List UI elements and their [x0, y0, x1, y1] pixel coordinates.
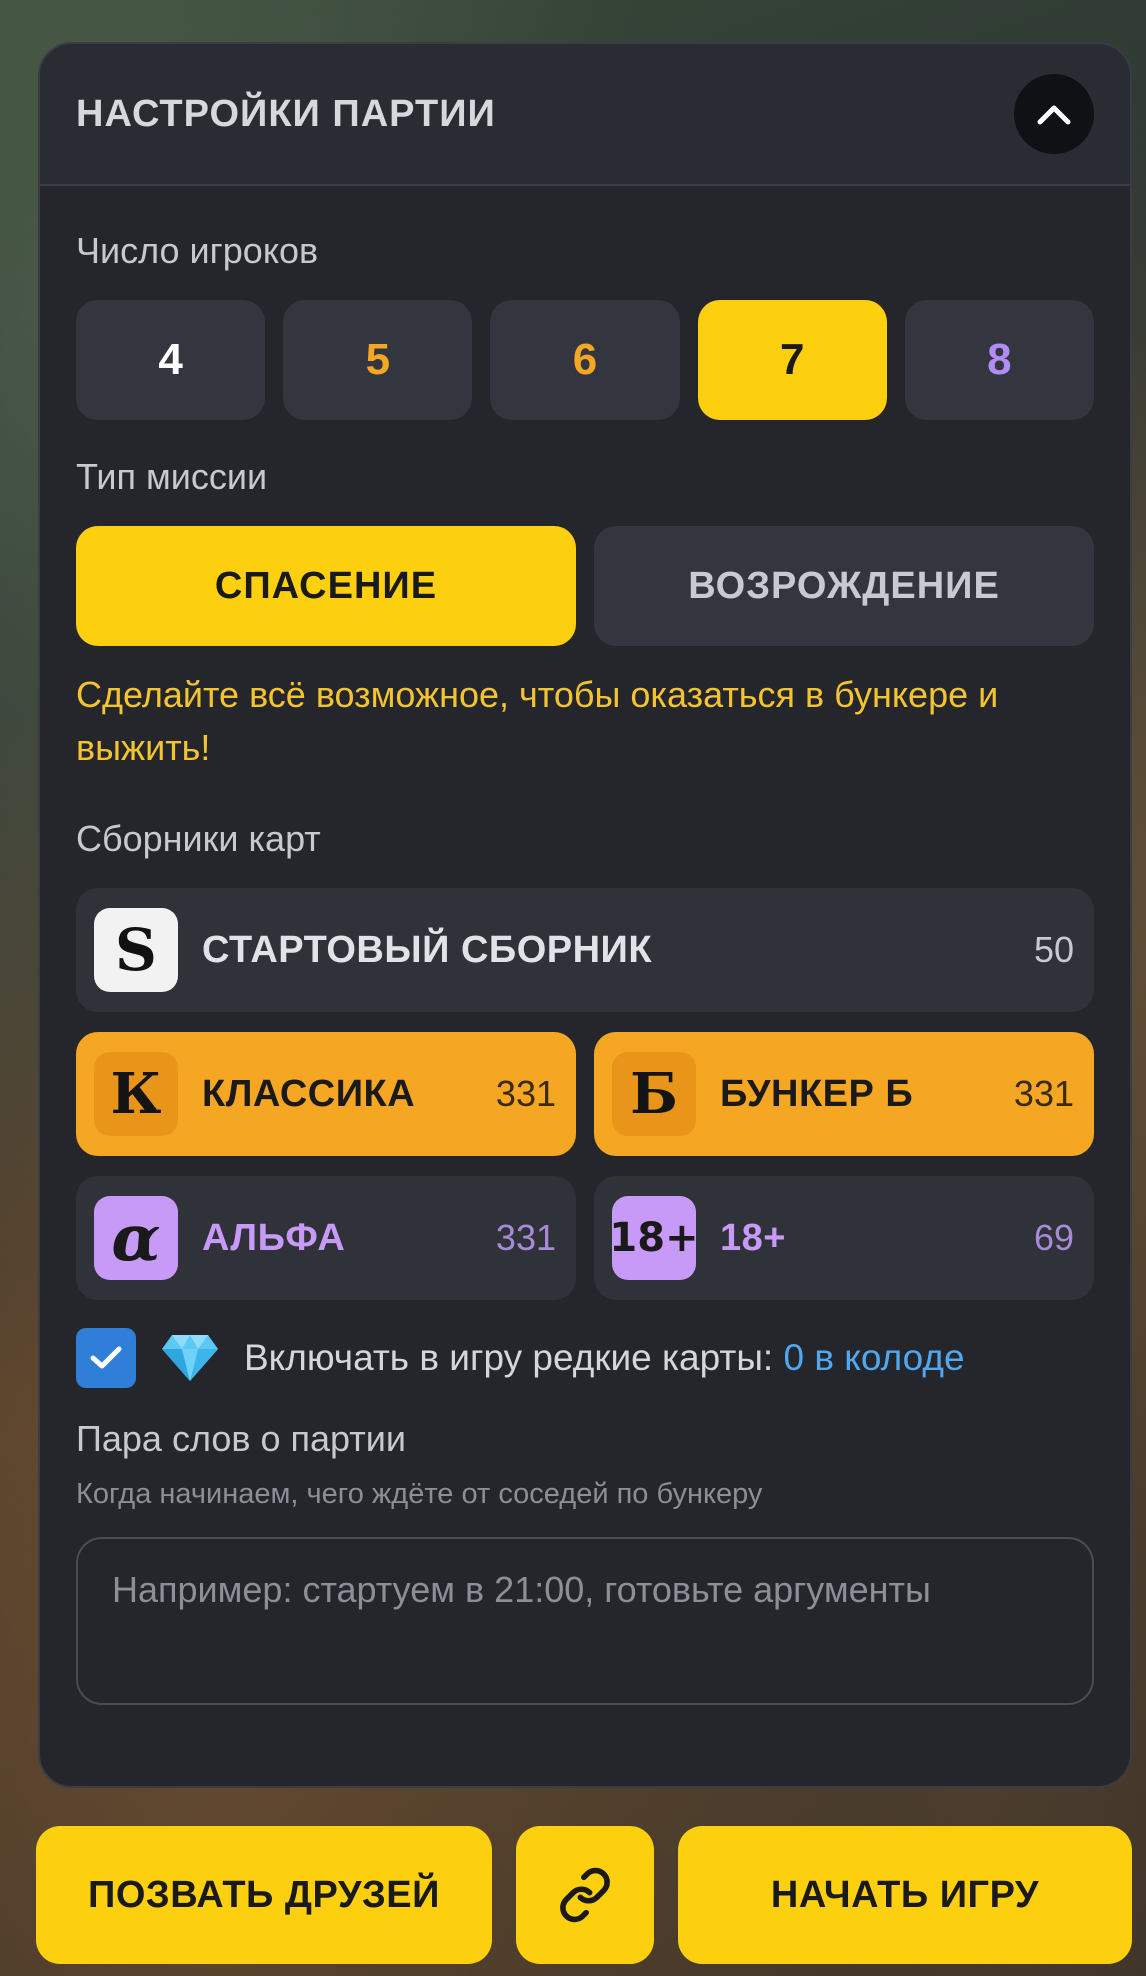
rare-cards-label: Включать в игру редкие карты: 0 в колоде	[244, 1337, 965, 1378]
pack-classic[interactable]: К КЛАССИКА 331	[76, 1032, 576, 1156]
adult-pack-icon: 18+	[609, 1196, 699, 1280]
rare-cards-option: Включать в игру редкие карты: 0 в колоде	[76, 1328, 1094, 1388]
starter-pack-icon: S	[94, 908, 178, 992]
pack-classic-count: 331	[495, 1073, 556, 1114]
about-subtitle: Когда начинаем, чего ждёте от соседей по…	[76, 1478, 763, 1510]
pack-alpha-name: АЛЬФА	[202, 1216, 346, 1259]
players-label: Число игроков	[76, 230, 319, 271]
packs-label: Сборники карт	[76, 818, 321, 859]
pack-bunker-b-name: БУНКЕР Б	[720, 1072, 914, 1115]
chevron-up-icon	[1037, 105, 1071, 125]
player-count-4[interactable]: 4	[76, 300, 266, 420]
mission-selector: СПАСЕНИЕ ВОЗРОЖДЕНИЕ	[76, 526, 1094, 646]
copy-link-button[interactable]	[516, 1826, 654, 1964]
mission-revival-button[interactable]: ВОЗРОЖДЕНИЕ	[594, 526, 1094, 646]
alpha-pack-icon: α	[94, 1196, 178, 1280]
party-settings-panel: НАСТРОЙКИ ПАРТИИ Число игроков 4 5 6 7 8…	[38, 42, 1132, 1788]
player-count-6[interactable]: 6	[490, 300, 680, 420]
pack-adult-name: 18+	[720, 1216, 786, 1259]
about-placeholder: Например: стартуем в 21:00, готовьте арг…	[112, 1569, 931, 1610]
pack-starter[interactable]: S СТАРТОВЫЙ СБОРНИК 50	[76, 888, 1094, 1012]
pack-starter-name: СТАРТОВЫЙ СБОРНИК	[202, 928, 653, 971]
player-count-7[interactable]: 7	[697, 300, 887, 420]
bunker-b-pack-icon: Б	[612, 1052, 696, 1136]
start-game-button[interactable]: НАЧАТЬ ИГРУ	[678, 1826, 1132, 1964]
invite-friends-button[interactable]: ПОЗВАТЬ ДРУЗЕЙ	[36, 1826, 492, 1964]
pack-adult-count: 69	[1033, 1217, 1074, 1258]
rare-cards-checkbox[interactable]	[76, 1328, 136, 1388]
player-count-8[interactable]: 8	[904, 300, 1095, 420]
check-icon	[90, 1346, 122, 1369]
mission-rescue-button[interactable]: СПАСЕНИЕ	[76, 526, 576, 646]
link-icon	[560, 1867, 610, 1923]
bottom-actions: ПОЗВАТЬ ДРУЗЕЙ НАЧАТЬ ИГРУ	[36, 1826, 1132, 1964]
about-textarea[interactable]: Например: стартуем в 21:00, готовьте арг…	[76, 1537, 1094, 1705]
mission-description: Сделайте всё возможное, чтобы оказаться …	[76, 674, 999, 768]
about-title: Пара слов о партии	[76, 1418, 406, 1459]
players-selector: 4 5 6 7 8	[76, 300, 1095, 420]
collapse-button[interactable]	[1014, 74, 1094, 154]
pack-bunker-b-count: 331	[1013, 1073, 1074, 1114]
pack-adult[interactable]: 18+ 18+ 69	[594, 1176, 1094, 1300]
panel-header: НАСТРОЙКИ ПАРТИИ	[40, 44, 1130, 186]
pack-classic-name: КЛАССИКА	[202, 1072, 416, 1115]
panel-title: НАСТРОЙКИ ПАРТИИ	[76, 92, 496, 135]
rare-cards-deck-link[interactable]: 0 в колоде	[783, 1337, 964, 1378]
pack-bunker-b[interactable]: Б БУНКЕР Б 331	[594, 1032, 1094, 1156]
player-count-5[interactable]: 5	[283, 300, 473, 420]
pack-alpha-count: 331	[495, 1217, 556, 1258]
pack-starter-count: 50	[1033, 929, 1074, 970]
diamond-icon	[162, 1335, 218, 1381]
pack-alpha[interactable]: α АЛЬФА 331	[76, 1176, 576, 1300]
classic-pack-icon: К	[94, 1052, 178, 1136]
mission-label: Тип миссии	[76, 456, 268, 497]
